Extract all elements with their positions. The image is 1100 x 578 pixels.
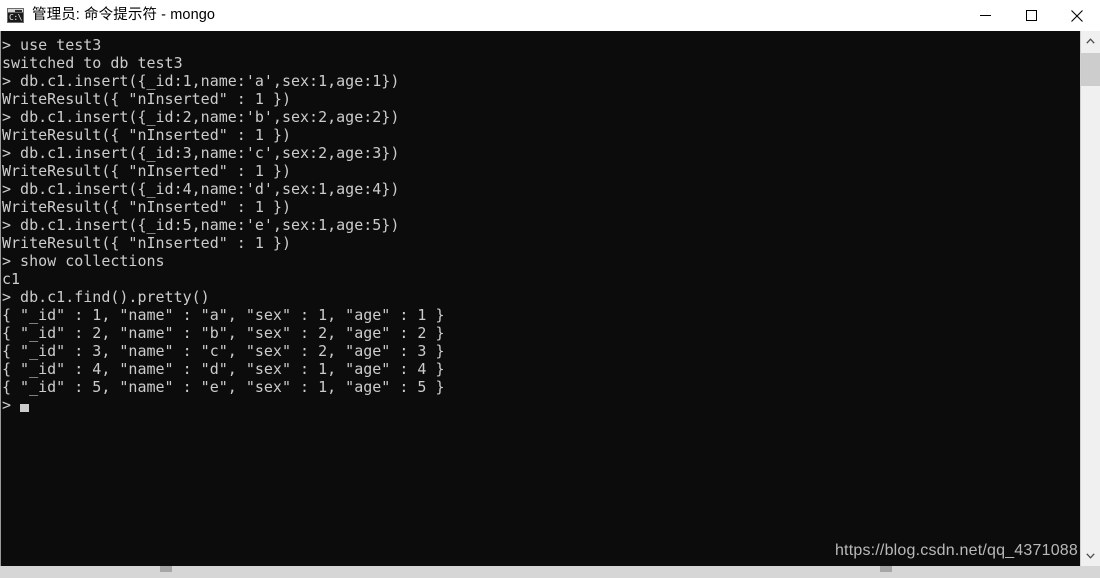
maximize-button[interactable] bbox=[1008, 0, 1054, 31]
cmd-console-icon: C:\ bbox=[7, 8, 24, 23]
terminal-line: > db.c1.insert({_id:5,name:'e',sex:1,age… bbox=[2, 216, 400, 234]
terminal-line: > show collections bbox=[2, 252, 165, 270]
command-prompt-window: C:\ 管理员: 命令提示符 - mongo > use test3 switc… bbox=[0, 0, 1100, 578]
terminal-prompt-line: > bbox=[1, 396, 1080, 414]
console-area[interactable]: > use test3 switched to db test3 > db.c1.i… bbox=[0, 31, 1100, 566]
terminal-line: WriteResult({ "nInserted" : 1 }) bbox=[2, 162, 291, 180]
chevron-down-icon bbox=[1086, 553, 1095, 559]
scroll-up-button[interactable] bbox=[1081, 31, 1100, 51]
terminal-output[interactable]: > use test3 switched to db test3 > db.c1.i… bbox=[1, 31, 1080, 566]
vertical-scrollbar[interactable] bbox=[1080, 31, 1100, 566]
text-cursor bbox=[20, 403, 30, 412]
terminal-line: > db.c1.insert({_id:4,name:'d',sex:1,age… bbox=[2, 180, 400, 198]
terminal-line: { "_id" : 3, "name" : "c", "sex" : 2, "a… bbox=[2, 342, 445, 360]
watermark-text: https://blog.csdn.net/qq_4371088 bbox=[834, 542, 1078, 559]
horizontal-scroll-mark-left[interactable] bbox=[160, 566, 172, 572]
terminal-line: WriteResult({ "nInserted" : 1 }) bbox=[2, 234, 291, 252]
terminal-line: { "_id" : 4, "name" : "d", "sex" : 1, "a… bbox=[2, 360, 445, 378]
scroll-down-button[interactable] bbox=[1081, 546, 1100, 566]
terminal-line-list: > use test3 switched to db test3 > db.c1.i… bbox=[1, 36, 1080, 396]
terminal-line: > db.c1.insert({_id:3,name:'c',sex:2,age… bbox=[2, 144, 400, 162]
terminal-line: WriteResult({ "nInserted" : 1 }) bbox=[2, 198, 291, 216]
icon-prompt-text: C:\ bbox=[9, 13, 22, 22]
terminal-line: WriteResult({ "nInserted" : 1 }) bbox=[2, 126, 291, 144]
horizontal-scrollbar[interactable] bbox=[0, 566, 1100, 578]
terminal-line: > use test3 bbox=[2, 36, 102, 54]
window-controls bbox=[962, 0, 1100, 31]
terminal-line: WriteResult({ "nInserted" : 1 }) bbox=[2, 90, 291, 108]
title-bar[interactable]: C:\ 管理员: 命令提示符 - mongo bbox=[0, 0, 1100, 31]
vertical-scroll-track[interactable] bbox=[1081, 51, 1100, 546]
terminal-line: > db.c1.find().pretty() bbox=[2, 288, 210, 306]
horizontal-scroll-mark-right[interactable] bbox=[880, 566, 892, 572]
prompt-symbol: > bbox=[2, 396, 12, 414]
window-title: 管理员: 命令提示符 - mongo bbox=[32, 7, 216, 23]
vertical-scroll-thumb[interactable] bbox=[1081, 53, 1100, 86]
terminal-line: { "_id" : 2, "name" : "b", "sex" : 2, "a… bbox=[2, 324, 445, 342]
terminal-line: > db.c1.insert({_id:1,name:'a',sex:1,age… bbox=[2, 72, 400, 90]
minimize-button[interactable] bbox=[962, 0, 1008, 31]
terminal-line: { "_id" : 1, "name" : "a", "sex" : 1, "a… bbox=[2, 306, 445, 324]
terminal-line: switched to db test3 bbox=[2, 54, 183, 72]
chevron-up-icon bbox=[1086, 38, 1095, 44]
terminal-line: c1 bbox=[2, 270, 21, 288]
maximize-icon bbox=[1025, 10, 1037, 21]
close-button[interactable] bbox=[1054, 0, 1100, 31]
minimize-icon bbox=[979, 15, 991, 16]
close-icon bbox=[1071, 9, 1083, 22]
terminal-line: { "_id" : 5, "name" : "e", "sex" : 1, "a… bbox=[2, 378, 445, 396]
terminal-line: > db.c1.insert({_id:2,name:'b',sex:2,age… bbox=[2, 108, 400, 126]
